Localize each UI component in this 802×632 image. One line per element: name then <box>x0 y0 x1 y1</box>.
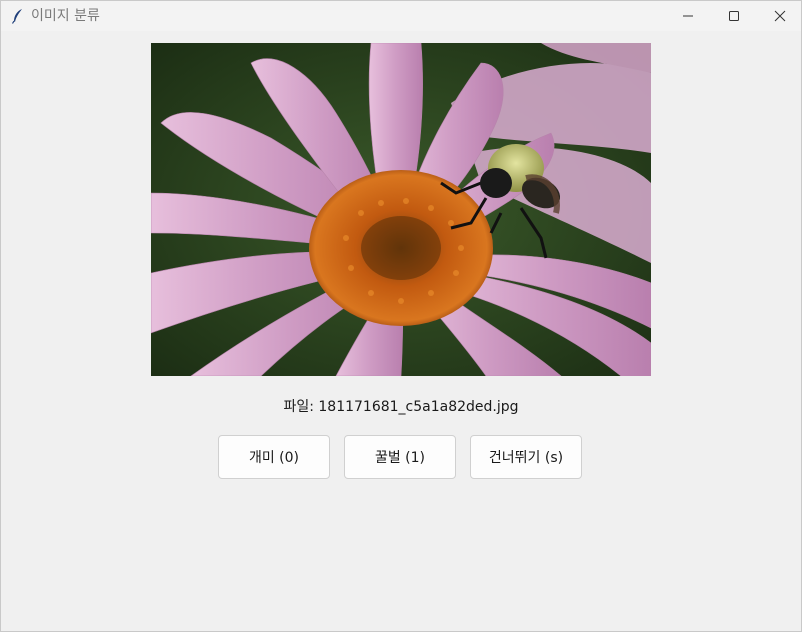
title-bar[interactable]: 이미지 분류 <box>1 1 801 31</box>
window-title: 이미지 분류 <box>31 8 100 24</box>
app-window: 이미지 분류 파일: 181171681_c5a1a82ded.jpg 개미 (… <box>0 0 802 632</box>
ant-button[interactable]: 개미 (0) <box>218 435 330 479</box>
skip-button[interactable]: 건너뛰기 (s) <box>470 435 582 479</box>
maximize-button[interactable] <box>711 1 757 31</box>
minimize-icon <box>682 7 694 26</box>
feather-icon <box>11 8 25 24</box>
minimize-button[interactable] <box>665 1 711 31</box>
maximize-icon <box>728 7 740 26</box>
classification-image <box>151 43 651 376</box>
bee-button[interactable]: 꿀벌 (1) <box>344 435 456 479</box>
file-name-label: 파일: 181171681_c5a1a82ded.jpg <box>283 399 519 415</box>
close-icon <box>774 7 786 26</box>
close-button[interactable] <box>757 1 801 31</box>
